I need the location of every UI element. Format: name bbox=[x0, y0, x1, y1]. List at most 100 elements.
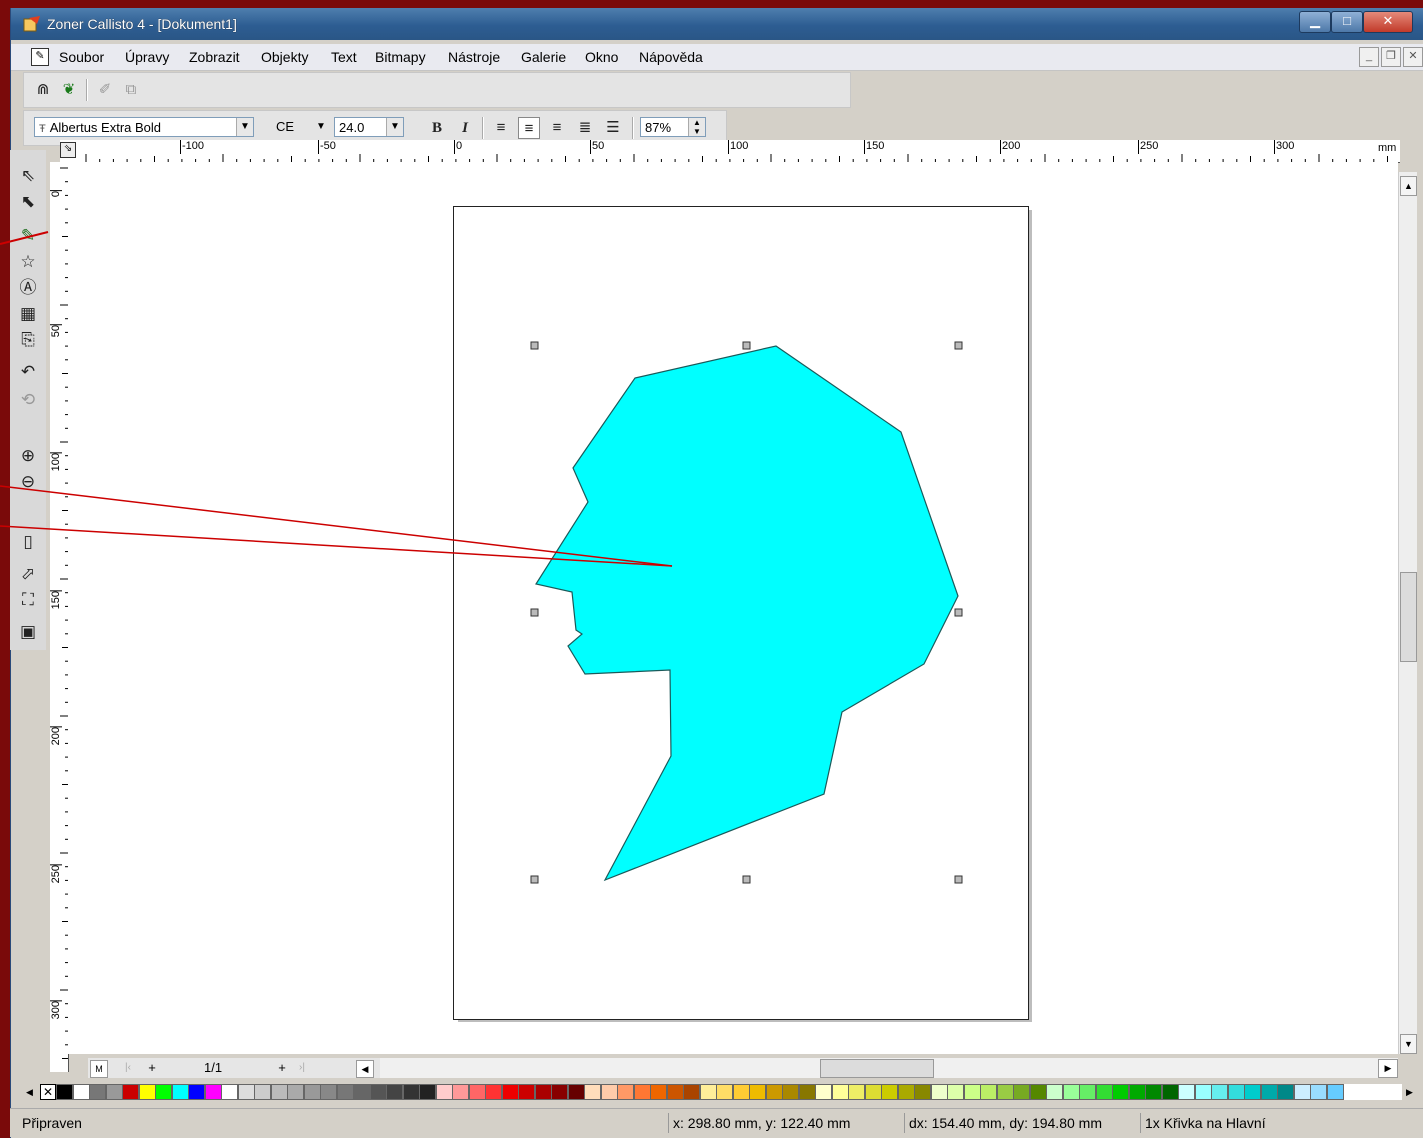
import-tool-icon[interactable]: ⎘ bbox=[16, 328, 40, 352]
align-force-icon[interactable]: ☰ bbox=[602, 117, 624, 139]
mdi-minimize-button[interactable]: _ bbox=[1359, 47, 1379, 67]
color-swatch[interactable] bbox=[996, 1084, 1014, 1100]
color-swatch[interactable] bbox=[914, 1084, 931, 1100]
color-swatch[interactable] bbox=[1260, 1084, 1278, 1100]
color-swatch[interactable] bbox=[1079, 1084, 1096, 1100]
table-tool-icon[interactable]: ▦ bbox=[16, 302, 40, 326]
drawing-canvas[interactable] bbox=[68, 162, 1398, 1054]
color-swatch[interactable] bbox=[369, 1084, 387, 1100]
color-swatch[interactable] bbox=[105, 1084, 123, 1100]
menu-bitmapy[interactable]: Bitmapy bbox=[375, 49, 426, 65]
menu-galerie[interactable]: Galerie bbox=[521, 49, 566, 65]
add-page-after-button[interactable]: + bbox=[274, 1060, 290, 1076]
scroll-right-icon[interactable]: ▶ bbox=[1378, 1059, 1398, 1078]
scroll-thumb[interactable] bbox=[820, 1059, 934, 1078]
title-bar[interactable]: Zoner Callisto 4 - [Dokument1] ▁ □ ✕ bbox=[11, 8, 1423, 40]
color-swatch[interactable] bbox=[1046, 1084, 1063, 1100]
node-tool-icon[interactable]: ⬉ bbox=[16, 190, 40, 214]
color-swatch[interactable] bbox=[1211, 1084, 1228, 1100]
horizontal-ruler[interactable]: ⇘ -100 -50 0 50 100 150 200 250 300 mm bbox=[60, 140, 1400, 163]
align-left-icon[interactable]: ≡ bbox=[490, 117, 512, 139]
color-swatch[interactable] bbox=[89, 1084, 106, 1100]
color-swatch[interactable] bbox=[798, 1084, 816, 1100]
color-swatch[interactable] bbox=[1062, 1084, 1080, 1100]
color-swatch[interactable] bbox=[320, 1084, 337, 1100]
fit-selection-icon[interactable]: ⛶ bbox=[16, 588, 40, 612]
color-swatch[interactable] bbox=[782, 1084, 799, 1100]
color-swatch[interactable] bbox=[336, 1084, 354, 1100]
color-swatch[interactable] bbox=[617, 1084, 634, 1100]
color-swatch[interactable] bbox=[1112, 1084, 1129, 1100]
scroll-up-icon[interactable]: ▲ bbox=[1400, 176, 1417, 196]
chevron-down-icon[interactable]: ▼ bbox=[316, 117, 326, 137]
color-swatch[interactable] bbox=[815, 1084, 832, 1100]
selection-handle[interactable] bbox=[954, 608, 963, 617]
zoom-spinner[interactable]: 87% ▲ ▼ bbox=[640, 117, 706, 137]
color-swatch[interactable] bbox=[1310, 1084, 1327, 1100]
color-swatch[interactable] bbox=[155, 1084, 172, 1100]
selection-handle[interactable] bbox=[530, 875, 539, 884]
color-swatch[interactable] bbox=[254, 1084, 271, 1100]
zoom-in-icon[interactable]: ⊕ bbox=[16, 444, 40, 468]
horizontal-scrollbar[interactable]: ▶ bbox=[380, 1058, 1398, 1078]
head-profile-curve[interactable] bbox=[535, 345, 959, 882]
color-swatch[interactable] bbox=[237, 1084, 255, 1100]
vertical-scrollbar[interactable]: ▲ ▼ bbox=[1398, 172, 1417, 1054]
color-palette[interactable] bbox=[56, 1084, 1402, 1100]
color-swatch[interactable] bbox=[221, 1084, 238, 1100]
color-swatch[interactable] bbox=[122, 1084, 139, 1100]
color-swatch[interactable] bbox=[1145, 1084, 1162, 1100]
pen-icon[interactable]: ✐ bbox=[94, 79, 116, 101]
selection-handle[interactable] bbox=[742, 341, 751, 350]
color-swatch[interactable] bbox=[963, 1084, 981, 1100]
font-size-select[interactable]: 24.0 ▼ bbox=[334, 117, 404, 137]
redo-icon[interactable]: ⟲ bbox=[16, 388, 40, 412]
prev-page-icon[interactable]: |‹ bbox=[120, 1060, 136, 1076]
menu-nastroje[interactable]: Nástroje bbox=[448, 49, 500, 65]
selection-handle[interactable] bbox=[954, 341, 963, 350]
node-edit-icon[interactable]: ❦ bbox=[58, 79, 80, 101]
encoding-select[interactable]: CE ▼ bbox=[272, 117, 332, 137]
color-swatch[interactable] bbox=[518, 1084, 535, 1100]
mdi-restore-button[interactable]: ❐ bbox=[1381, 47, 1401, 67]
menu-objekty[interactable]: Objekty bbox=[261, 49, 308, 65]
color-swatch[interactable] bbox=[419, 1084, 436, 1100]
color-swatch[interactable] bbox=[485, 1084, 502, 1100]
color-swatch[interactable] bbox=[303, 1084, 321, 1100]
zoom-out-icon[interactable]: ⊖ bbox=[16, 470, 40, 494]
ruler-corner-icon[interactable]: ⇘ bbox=[60, 142, 76, 158]
color-swatch[interactable] bbox=[1161, 1084, 1179, 1100]
color-swatch[interactable] bbox=[683, 1084, 700, 1100]
palette-right-icon[interactable]: ▶ bbox=[1406, 1084, 1418, 1100]
color-swatch[interactable] bbox=[56, 1084, 73, 1100]
color-swatch[interactable] bbox=[881, 1084, 898, 1100]
star-shape-tool-icon[interactable]: ☆ bbox=[16, 250, 40, 274]
color-swatch[interactable] bbox=[204, 1084, 222, 1100]
color-swatch[interactable] bbox=[1194, 1084, 1212, 1100]
menu-napoveda[interactable]: Nápověda bbox=[639, 49, 703, 65]
color-swatch[interactable] bbox=[534, 1084, 552, 1100]
menu-zobrazit[interactable]: Zobrazit bbox=[189, 49, 240, 65]
color-swatch[interactable] bbox=[650, 1084, 667, 1100]
color-swatch[interactable] bbox=[1244, 1084, 1261, 1100]
select-tool-icon[interactable]: ⬀ bbox=[16, 562, 40, 586]
menu-okno[interactable]: Okno bbox=[585, 49, 618, 65]
page-icon[interactable]: ▯ bbox=[16, 530, 40, 554]
color-swatch[interactable] bbox=[831, 1084, 849, 1100]
color-swatch[interactable] bbox=[980, 1084, 997, 1100]
color-swatch[interactable] bbox=[452, 1084, 469, 1100]
color-swatch[interactable] bbox=[765, 1084, 783, 1100]
align-justify-icon[interactable]: ≣ bbox=[574, 117, 596, 139]
vertical-ruler[interactable]: 0 50 100 150 200 250 300 bbox=[50, 162, 69, 1072]
view-window-icon[interactable]: ▣ bbox=[16, 620, 40, 644]
italic-button[interactable]: I bbox=[454, 117, 476, 139]
selection-handle[interactable] bbox=[954, 875, 963, 884]
curve-tool-icon[interactable]: ✎ bbox=[16, 224, 40, 248]
color-swatch[interactable] bbox=[716, 1084, 733, 1100]
scroll-down-icon[interactable]: ▼ bbox=[1400, 1034, 1417, 1054]
color-swatch[interactable] bbox=[353, 1084, 370, 1100]
bold-button[interactable]: B bbox=[426, 117, 448, 139]
pointer-tool-icon[interactable]: ⇖ bbox=[16, 164, 40, 188]
next-page-icon[interactable]: ›| bbox=[294, 1060, 310, 1076]
color-swatch[interactable] bbox=[584, 1084, 601, 1100]
